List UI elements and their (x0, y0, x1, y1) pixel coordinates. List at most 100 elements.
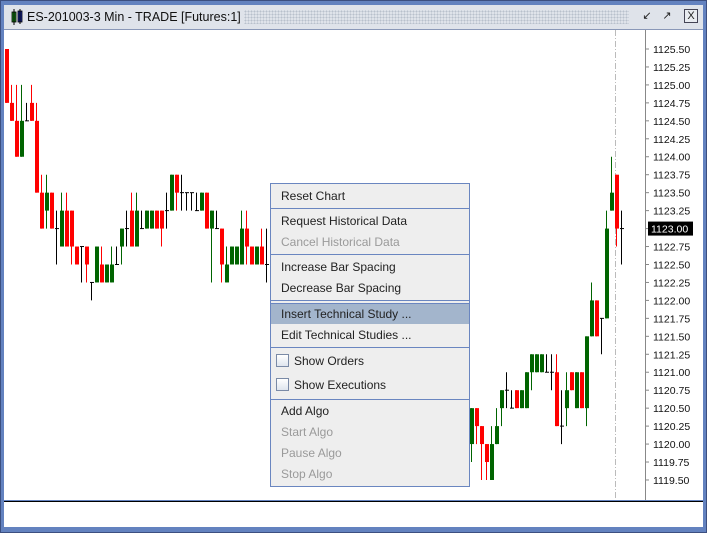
price-tick-label: 1125.50 (653, 44, 690, 56)
menu-item-request-historical-data[interactable]: Request Historical Data (271, 211, 469, 231)
price-tick-label: 1123.75 (653, 170, 690, 182)
candle-body (105, 264, 109, 283)
candle (610, 156, 614, 211)
candle-body (585, 336, 589, 409)
candle (535, 354, 539, 373)
candle (520, 390, 524, 409)
candle-body (565, 390, 569, 409)
candle (250, 246, 254, 265)
candle (570, 372, 574, 391)
candle (255, 246, 259, 265)
candle-body (260, 246, 264, 265)
candle (45, 174, 49, 229)
candle (605, 210, 609, 319)
candle (225, 246, 229, 283)
candle (145, 210, 149, 229)
candle (595, 300, 599, 337)
maximize-icon[interactable]: ↗ (660, 9, 674, 23)
candle (510, 390, 514, 409)
price-tick-label: 1122.25 (653, 277, 690, 289)
candle (475, 408, 479, 445)
title-bar[interactable]: ES-201003-3 Min - TRADE [Futures:1] ↙ ↗ … (4, 5, 703, 30)
candle (490, 426, 494, 480)
price-tick-label: 1124.50 (653, 116, 690, 128)
candle-body (15, 120, 19, 157)
price-tick-label: 1121.00 (653, 367, 690, 379)
candle-body (235, 246, 239, 265)
price-tick-label: 1120.00 (653, 439, 690, 451)
show-orders-label: Show Orders (294, 354, 365, 368)
candle (575, 372, 579, 409)
candle (30, 84, 34, 121)
candle (230, 246, 234, 265)
candle (60, 192, 64, 247)
candle-body (45, 192, 49, 211)
candle-body (605, 228, 609, 319)
candle (260, 228, 264, 265)
candle (195, 192, 199, 212)
candle (555, 354, 559, 427)
candle (115, 246, 119, 265)
price-tick-label: 1124.25 (653, 134, 690, 146)
bottom-panel (4, 501, 703, 527)
candle-body (610, 192, 614, 211)
candle-body (35, 120, 39, 193)
candle (515, 390, 519, 409)
candle (120, 228, 124, 265)
candle (545, 354, 549, 373)
price-tick-label: 1121.50 (653, 331, 690, 343)
candle-body (245, 228, 249, 247)
price-tick-label: 1124.00 (653, 152, 690, 164)
candle (480, 426, 484, 480)
candle (150, 210, 154, 229)
restore-icon[interactable]: ↙ (640, 9, 654, 23)
candle-body (225, 264, 229, 283)
candle (585, 336, 589, 427)
menu-item-reset-chart[interactable]: Reset Chart (271, 186, 469, 206)
menu-item-edit-technical-studies[interactable]: Edit Technical Studies ... (271, 325, 469, 345)
candle-body (255, 246, 259, 265)
candle-body (20, 120, 24, 157)
candle (55, 210, 59, 265)
candle (240, 210, 244, 265)
price-tick-label: 1119.75 (653, 457, 690, 469)
price-tick-label: 1120.25 (653, 421, 690, 433)
candle-body (100, 264, 104, 283)
menu-item-cancel-historical-data: Cancel Historical Data (281, 235, 400, 249)
candle-body (170, 174, 174, 211)
price-tick-label: 1122.75 (653, 242, 690, 254)
close-icon[interactable]: X (684, 9, 698, 23)
candle (550, 354, 554, 391)
candle-body (230, 246, 234, 265)
candle (80, 246, 84, 283)
menu-item-decrease-bar-spacing[interactable]: Decrease Bar Spacing (271, 278, 469, 298)
menu-item-show-executions[interactable]: Show Executions (271, 375, 469, 395)
menu-item-show-orders[interactable]: Show Orders (271, 351, 469, 371)
menu-item-increase-bar-spacing[interactable]: Increase Bar Spacing (271, 257, 469, 277)
show-executions-checkbox[interactable] (276, 378, 289, 391)
candle (600, 317, 604, 355)
candle-body (250, 246, 254, 265)
candle-body (10, 102, 14, 121)
candle-body (520, 390, 524, 409)
price-tick-label: 1122.50 (653, 259, 690, 271)
candle-body (150, 210, 154, 229)
title-drag-area[interactable] (244, 10, 629, 24)
candle (620, 210, 624, 265)
menu-item-insert-technical-study[interactable]: Insert Technical Study ... (271, 304, 469, 324)
candle-body (575, 372, 579, 409)
menu-item-start-algo: Start Algo (281, 425, 334, 439)
candle-body (480, 426, 484, 445)
menu-item-stop-algo: Stop Algo (281, 467, 333, 481)
candle-body (590, 300, 594, 337)
window-title: ES-201003-3 Min - TRADE [Futures:1] (27, 10, 241, 24)
candle (140, 210, 144, 230)
candle-body (135, 210, 139, 247)
candle (500, 390, 504, 427)
candle-body (200, 192, 204, 211)
candlestick-app-icon (11, 9, 23, 25)
candle-body (595, 300, 599, 337)
menu-item-add-algo[interactable]: Add Algo (271, 401, 469, 421)
candle (75, 246, 79, 265)
show-orders-checkbox[interactable] (276, 354, 289, 367)
